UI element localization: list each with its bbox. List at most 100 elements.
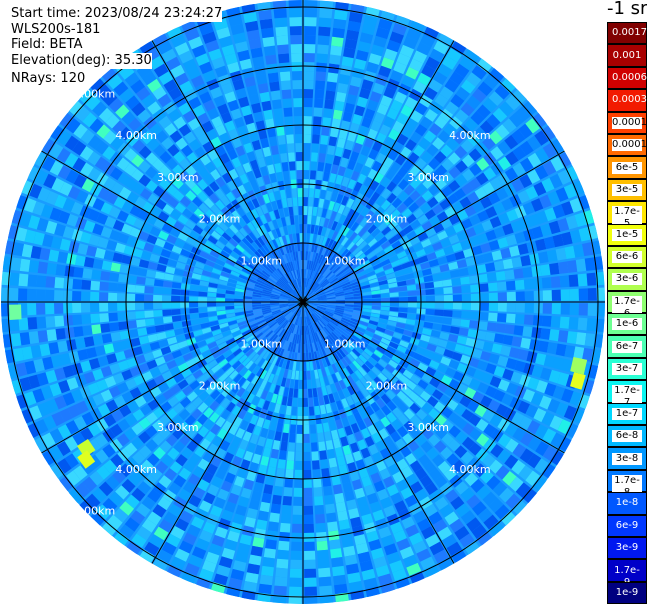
range-bin (304, 26, 317, 36)
range-bin (317, 44, 329, 55)
range-bin (72, 278, 83, 290)
range-bin (479, 312, 489, 321)
range-bin (493, 260, 505, 271)
range-bin (277, 44, 289, 55)
range-bin (27, 317, 38, 330)
range-bin (461, 302, 471, 311)
range-bin (81, 302, 91, 313)
range-bin (293, 98, 303, 108)
colorbar-swatch: 6e-6 (607, 245, 647, 269)
range-bin (326, 81, 337, 92)
range-bin (333, 574, 347, 586)
range-bin (293, 487, 303, 497)
range-bin (9, 287, 19, 301)
range-bin (314, 98, 324, 108)
range-bin (273, 585, 287, 596)
range-bin (452, 286, 462, 294)
range-bin (325, 90, 336, 101)
range-bin (274, 576, 288, 587)
range-bin (338, 74, 351, 85)
range-bin (310, 161, 318, 171)
range-bin (542, 290, 552, 301)
colorbar-tick-label: 6e-7 (612, 340, 642, 353)
colorbar-swatch: 1e-5 (607, 223, 647, 246)
range-bin (520, 254, 531, 267)
range-bin (320, 459, 329, 469)
colorbar-tick-label: 3e-7 (612, 363, 642, 376)
range-bin (407, 307, 417, 314)
range-bin (108, 282, 118, 292)
range-bin (316, 53, 328, 64)
range-bin (299, 370, 303, 380)
range-bin (303, 379, 308, 389)
range-bin (331, 557, 344, 568)
range-bin (289, 424, 297, 434)
range-bin (153, 294, 163, 302)
range-bin (99, 292, 109, 302)
range-bin (330, 548, 343, 559)
colorbar-swatch: 0.00017 (607, 111, 647, 134)
range-bin (550, 316, 561, 328)
range-bin (337, 510, 349, 522)
range-ring-label: 4.00km (449, 463, 491, 476)
range-bin (303, 188, 309, 198)
range-bin (290, 559, 302, 569)
range-bin (303, 433, 310, 443)
range-bin (126, 311, 136, 320)
range-bin (469, 275, 479, 284)
range-bin (502, 334, 514, 346)
range-bin (398, 302, 408, 308)
range-bin (280, 80, 291, 91)
range-bin (332, 565, 345, 577)
range-bin (322, 117, 332, 128)
range-bin (304, 541, 315, 551)
range-bin (303, 107, 313, 117)
range-bin (90, 291, 100, 302)
range-bin (434, 309, 444, 317)
range-bin (540, 328, 551, 340)
range-bin (127, 320, 137, 329)
range-bin (362, 302, 372, 306)
range-bin (298, 379, 303, 389)
range-bin (505, 280, 516, 291)
range-bin (294, 469, 303, 479)
range-bin (117, 302, 127, 311)
range-bin (295, 442, 303, 452)
range-bin (126, 293, 136, 302)
range-bin (488, 312, 498, 322)
range-bin (273, 108, 283, 119)
range-bin (144, 310, 154, 318)
range-bin (323, 108, 333, 119)
range-bin (27, 303, 37, 316)
range-bin (259, 18, 273, 30)
range-bin (318, 26, 331, 37)
range-bin (497, 292, 507, 302)
range-bin (303, 514, 314, 524)
range-bin (54, 315, 65, 327)
range-bin (312, 134, 320, 144)
range-bin (299, 361, 303, 371)
range-bin (513, 268, 524, 279)
range-bin (334, 583, 348, 595)
range-bin (171, 288, 181, 296)
colorbar-swatch: 1e-6 (607, 313, 647, 336)
range-bin (45, 316, 56, 328)
range-bin (289, 170, 297, 180)
range-bin (295, 152, 303, 162)
colorbar-tick-label: 1e-9 (615, 586, 639, 598)
range-bin (294, 134, 303, 144)
range-bin (153, 310, 163, 318)
colorbar-swatch: 6e-5 (607, 156, 647, 179)
range-bin (127, 275, 137, 284)
colorbar-tick-label: 6e-5 (612, 161, 642, 174)
range-bin (290, 44, 302, 54)
range-bin (324, 99, 335, 110)
range-ring-label: 3.00km (407, 421, 449, 434)
range-bin (315, 513, 326, 524)
range-bin (335, 91, 347, 103)
range-bin (523, 278, 534, 290)
range-bin (389, 297, 399, 302)
range-bin (100, 323, 111, 334)
range-bin (316, 540, 328, 551)
range-bin (308, 406, 315, 416)
